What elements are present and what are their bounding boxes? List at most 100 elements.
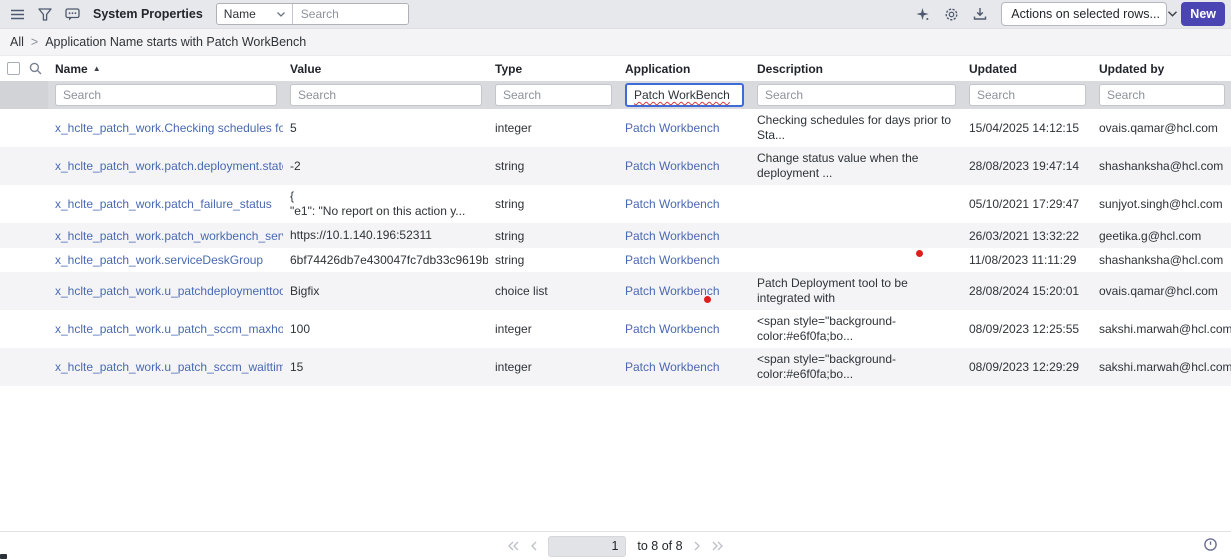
property-name-link[interactable]: x_hclte_patch_work.u_patch_sccm_waittime… — [55, 360, 283, 374]
property-description: <span style="background-color:#e6f0fa;bo… — [750, 348, 962, 386]
filter-application-value: Patch WorkBench — [634, 88, 730, 102]
column-header-updated-by[interactable]: Updated by — [1092, 56, 1231, 81]
filter-updated-input[interactable] — [969, 84, 1086, 106]
property-description: Change status value when the deployment … — [750, 147, 962, 185]
download-icon[interactable] — [973, 7, 987, 21]
table-header-row: Name ▲ Value Type Application Descriptio… — [0, 56, 1231, 81]
menu-icon[interactable] — [10, 9, 25, 20]
property-description: Checking schedules for days prior to Sta… — [750, 109, 962, 147]
updated-timestamp: 28/08/2024 15:20:01 — [962, 272, 1092, 310]
new-button[interactable]: New — [1181, 2, 1225, 26]
application-link[interactable]: Patch Workbench — [625, 360, 720, 374]
last-page-button[interactable] — [712, 541, 724, 551]
table-row: x_hclte_patch_work.u_patch_sccm_maxhours… — [0, 310, 1231, 348]
property-value: { "e1": "No report on this action y... — [283, 185, 488, 223]
application-link[interactable]: Patch Workbench — [625, 159, 720, 173]
sort-ascending-icon: ▲ — [93, 64, 101, 73]
application-link[interactable]: Patch Workbench — [625, 322, 720, 336]
breadcrumb-separator: > — [31, 35, 38, 49]
page-number-input[interactable] — [548, 536, 626, 557]
updated-by: ovais.qamar@hcl.com — [1092, 272, 1231, 310]
actions-on-selected-rows-select[interactable]: Actions on selected rows... — [1001, 2, 1167, 26]
table-row: x_hclte_patch_work.Checking schedules fo… — [0, 109, 1231, 147]
filter-type-input[interactable] — [495, 84, 612, 106]
property-value: 6bf74426db7e430047fc7db33c9619bc — [283, 248, 488, 272]
updated-timestamp: 11/08/2023 11:11:29 — [962, 248, 1092, 272]
property-name-link[interactable]: x_hclte_patch_work.Checking schedules fo… — [55, 121, 283, 135]
first-page-button[interactable] — [507, 541, 519, 551]
table-row: x_hclte_patch_work.u_patchdeploymenttool… — [0, 272, 1231, 310]
previous-page-button[interactable] — [530, 541, 537, 551]
column-header-type[interactable]: Type — [488, 56, 618, 81]
search-field-value: Name — [224, 7, 256, 21]
filter-application-input[interactable]: Patch WorkBench — [625, 83, 744, 107]
filter-name-input[interactable] — [55, 84, 277, 106]
property-type: integer — [488, 109, 618, 147]
property-type: integer — [488, 348, 618, 386]
red-marker-dot — [916, 250, 923, 257]
column-header-updated[interactable]: Updated — [962, 56, 1092, 81]
property-value: https://10.1.140.196:52311 — [283, 223, 488, 248]
filter-icon[interactable] — [38, 8, 52, 21]
column-header-value[interactable]: Value — [283, 56, 488, 81]
column-header-description[interactable]: Description — [750, 56, 962, 81]
property-description: <span style="background-color:#e6f0fa;bo… — [750, 310, 962, 348]
breadcrumb-filter-condition[interactable]: Application Name starts with Patch WorkB… — [45, 35, 306, 49]
pagination-range-label: to 8 of 8 — [637, 539, 682, 553]
filter-description-input[interactable] — [757, 84, 956, 106]
application-link[interactable]: Patch Workbench — [625, 253, 720, 267]
property-type: choice list — [488, 272, 618, 310]
property-name-link[interactable]: x_hclte_patch_work.u_patchdeploymenttool — [55, 284, 283, 298]
property-description — [750, 223, 962, 248]
breadcrumb-all[interactable]: All — [10, 35, 24, 49]
property-type: string — [488, 185, 618, 223]
gear-icon[interactable] — [944, 7, 959, 22]
updated-by: sunjyot.singh@hcl.com — [1092, 185, 1231, 223]
updated-timestamp: 26/03/2021 13:32:22 — [962, 223, 1092, 248]
actions-select-value: Actions on selected rows... — [1011, 7, 1160, 21]
application-link[interactable]: Patch Workbench — [625, 197, 720, 211]
next-page-button[interactable] — [694, 541, 701, 551]
table-row: x_hclte_patch_work.patch_failure_status … — [0, 185, 1231, 223]
property-description: Patch Deployment tool to be integrated w… — [750, 272, 962, 310]
filter-value-input[interactable] — [290, 84, 482, 106]
property-name-link[interactable]: x_hclte_patch_work.patch.deployment.stat… — [55, 159, 283, 173]
property-name-link[interactable]: x_hclte_patch_work.patch_workbench_serve… — [55, 229, 283, 243]
property-value: 15 — [283, 348, 488, 386]
pagination-bar: to 8 of 8 — [0, 531, 1231, 560]
updated-by: sakshi.marwah@hcl.com — [1092, 348, 1231, 386]
search-icon[interactable] — [29, 62, 42, 75]
chat-icon[interactable] — [65, 8, 80, 21]
updated-by: shashanksha@hcl.com — [1092, 248, 1231, 272]
application-link[interactable]: Patch Workbench — [625, 121, 720, 135]
property-type: string — [488, 223, 618, 248]
property-name-link[interactable]: x_hclte_patch_work.patch_failure_status — [55, 197, 272, 211]
red-marker-dot — [704, 296, 711, 303]
table-row: x_hclte_patch_work.patch_workbench_serve… — [0, 223, 1231, 248]
property-type: string — [488, 248, 618, 272]
application-link[interactable]: Patch Workbench — [625, 229, 720, 243]
table-row: x_hclte_patch_work.serviceDeskGroup 6bf7… — [0, 248, 1231, 272]
response-time-icon[interactable] — [1203, 537, 1218, 552]
filter-updated-by-input[interactable] — [1099, 84, 1225, 106]
property-value: 5 — [283, 109, 488, 147]
cursor-artifact — [0, 554, 7, 559]
table-row: x_hclte_patch_work.u_patch_sccm_waittime… — [0, 348, 1231, 386]
column-header-name[interactable]: Name ▲ — [48, 56, 283, 81]
updated-timestamp: 05/10/2021 17:29:47 — [962, 185, 1092, 223]
column-header-application[interactable]: Application — [618, 56, 750, 81]
ai-sparkle-icon[interactable] — [915, 7, 930, 22]
select-all-checkbox[interactable] — [7, 62, 20, 75]
updated-timestamp: 08/09/2023 12:29:29 — [962, 348, 1092, 386]
list-search-input[interactable] — [293, 4, 408, 24]
search-field-select[interactable]: Name — [217, 4, 293, 24]
property-type: string — [488, 147, 618, 185]
updated-timestamp: 15/04/2025 14:12:15 — [962, 109, 1092, 147]
column-filter-row: Patch WorkBench — [0, 81, 1231, 109]
property-value: 100 — [283, 310, 488, 348]
property-name-link[interactable]: x_hclte_patch_work.serviceDeskGroup — [55, 253, 263, 267]
updated-by: geetika.g@hcl.com — [1092, 223, 1231, 248]
table-row: x_hclte_patch_work.patch.deployment.stat… — [0, 147, 1231, 185]
property-name-link[interactable]: x_hclte_patch_work.u_patch_sccm_maxhours… — [55, 322, 283, 336]
updated-timestamp: 28/08/2023 19:47:14 — [962, 147, 1092, 185]
